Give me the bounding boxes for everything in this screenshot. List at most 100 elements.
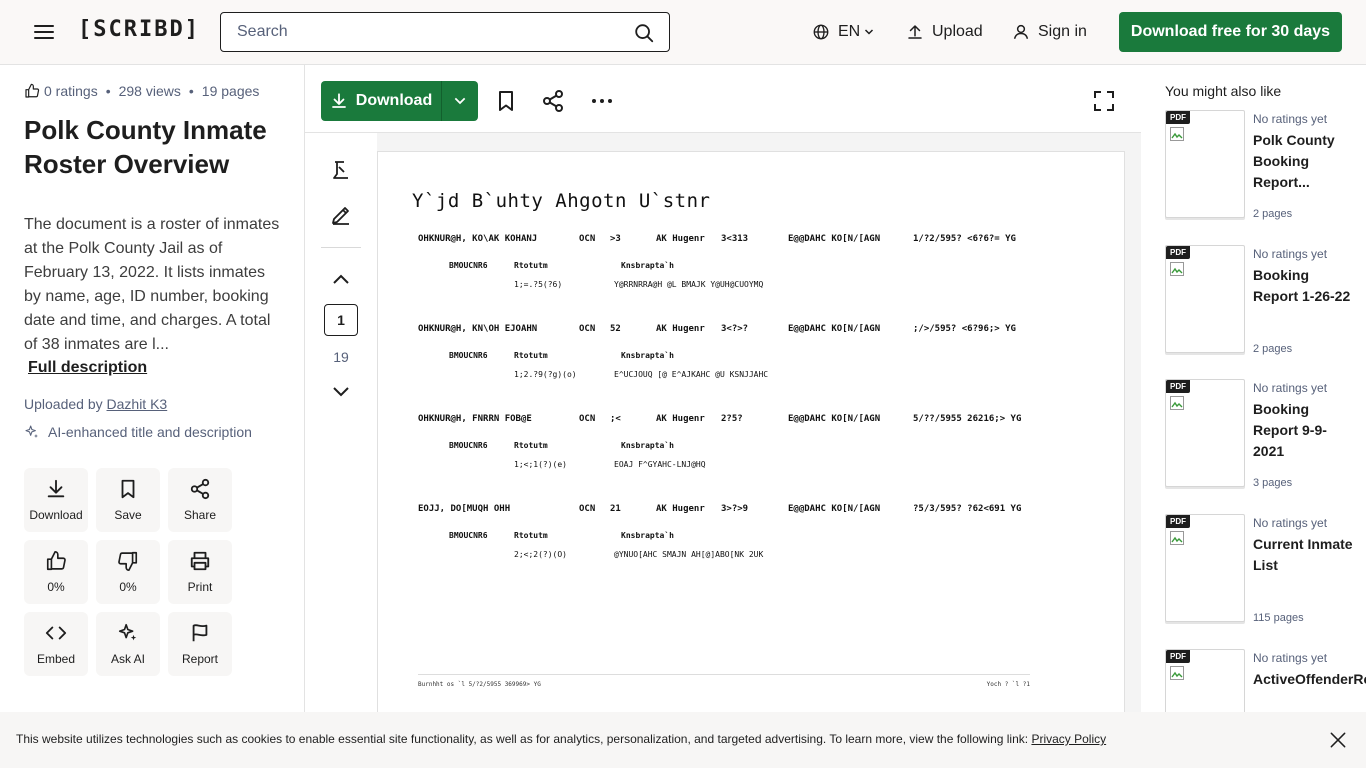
download-button[interactable]: Download — [321, 81, 441, 121]
close-icon[interactable] — [1328, 730, 1348, 750]
document-title: Polk County Inmate Roster Overview — [24, 115, 267, 179]
sign-in-link[interactable]: Sign in — [1012, 20, 1087, 44]
user-icon — [1013, 24, 1029, 39]
statute-value: 1;<;1(?)(e) — [514, 460, 567, 469]
document-info-sidebar: 0 ratings • 298 views • 19 pages Polk Co… — [0, 65, 305, 768]
card-title[interactable]: Current Inmate List — [1253, 534, 1353, 576]
charge-value: Y@RRNRRA@H @L BMAJK Y@UH@CUOYMQ — [614, 280, 764, 289]
inmate-name: OHKNUR@H, FNRRN FOB@E — [418, 414, 532, 424]
bookmark-icon[interactable] — [494, 89, 518, 113]
column-label: Rtotutm — [514, 531, 548, 540]
card-title[interactable]: ActiveOffenderReport — [1253, 669, 1366, 690]
scribd-logo[interactable]: [SCRIBD] — [78, 17, 200, 42]
ratings-count: 0 ratings — [44, 83, 98, 99]
document-thumbnail[interactable]: PDF — [1165, 379, 1245, 487]
search-icon[interactable] — [633, 22, 655, 44]
id-value: 3<313 — [721, 234, 749, 244]
print-action-button[interactable]: Print — [168, 540, 232, 604]
document-description: The document is a roster of inmates at t… — [24, 216, 280, 353]
action-label: Embed — [36, 652, 76, 666]
document-thumbnail[interactable]: PDF — [1165, 110, 1245, 218]
recommended-document-card[interactable]: PDF No ratings yet Booking Report 9-9-2021… — [1165, 379, 1355, 491]
ocn-value: 52 — [610, 324, 621, 334]
download-action-button[interactable]: Download — [24, 468, 88, 532]
annotate-icon[interactable] — [329, 158, 353, 182]
recommended-document-card[interactable]: PDF No ratings yet Polk County Booking Rep… — [1165, 110, 1355, 222]
upload-link[interactable]: Upload — [906, 20, 983, 44]
views-count: 298 views — [118, 83, 181, 99]
full-description-link[interactable]: Full description — [28, 359, 147, 377]
card-page-count: 2 pages — [1253, 343, 1293, 355]
language-selector[interactable]: EN — [812, 20, 883, 44]
report-action-button[interactable]: Report — [168, 612, 232, 676]
column-label: Knsbrapta`h — [621, 351, 674, 360]
rating-text: No ratings yet — [1253, 516, 1328, 530]
booking-date-label: E@@DAHC KO[N/[AGN — [788, 414, 881, 424]
statute-value: 1;2.?9(?g)(o) — [514, 370, 577, 379]
id-label: AK Hugenr — [656, 234, 705, 244]
column-label: Knsbrapta`h — [621, 261, 674, 270]
column-label: Rtotutm — [514, 351, 548, 360]
search-box — [220, 12, 670, 52]
rating-text: No ratings yet — [1253, 381, 1328, 395]
globe-icon — [813, 24, 829, 40]
fullscreen-icon[interactable] — [1092, 89, 1116, 113]
id-value: 2?5? — [721, 414, 743, 424]
embed-action-button[interactable]: Embed — [24, 612, 88, 676]
like-action-button[interactable]: 0% — [24, 540, 88, 604]
recommended-document-card[interactable]: PDF No ratings yet Booking Report 1-26-22 2… — [1165, 245, 1355, 357]
card-title[interactable]: Booking Report 1-26-22 — [1253, 265, 1353, 307]
rating-text: No ratings yet — [1253, 651, 1328, 665]
card-title[interactable]: Polk County Booking Report... — [1253, 130, 1353, 193]
chevron-down-icon[interactable] — [329, 379, 353, 403]
document-thumbnail[interactable]: PDF — [1165, 245, 1245, 353]
action-label: Share — [183, 508, 217, 522]
statute-value: 1;=.?5(?6) — [514, 280, 563, 289]
page-footer: Burnhht os `l 5/?2/5955 369969> YG Yoch … — [418, 674, 1030, 688]
charge-value: E^UCJOUQ [@ E^AJKAHC @U KSNJJAHC — [614, 370, 769, 379]
id-value: 3>?>9 — [721, 504, 749, 514]
action-label: Print — [187, 580, 213, 594]
divider — [321, 247, 361, 248]
booking-date-label: E@@DAHC KO[N/[AGN — [788, 234, 881, 244]
uploaded-by-label: Uploaded by — [24, 396, 103, 412]
inmate-name: OHKNUR@H, KN\OH EJOAHN — [418, 324, 538, 334]
download-label: Download — [355, 92, 433, 109]
dislike-action-button[interactable]: 0% — [96, 540, 160, 604]
top-header: [SCRIBD] EN Upload Sign in Download free… — [0, 0, 1366, 65]
recommended-document-card[interactable]: PDF No ratings yet Current Inmate List 115 … — [1165, 514, 1355, 626]
save-action-button[interactable]: Save — [96, 468, 160, 532]
document-thumbnail[interactable]: PDF — [1165, 514, 1245, 622]
pdf-badge: PDF — [1166, 515, 1190, 528]
rail-heading: You might also like — [1165, 83, 1282, 99]
flag-icon — [192, 624, 208, 642]
charge-value: @YNUO[AHC SMAJN AH[@]ABO[NK 2UK — [614, 550, 764, 559]
edit-pencil-icon[interactable] — [329, 203, 353, 227]
rating-text: No ratings yet — [1253, 247, 1328, 261]
action-grid: Download Save Share 0% 0% Print Embed As… — [24, 468, 240, 676]
pdf-badge: PDF — [1166, 111, 1190, 124]
download-options-button[interactable] — [441, 81, 478, 121]
chevron-up-icon[interactable] — [329, 268, 353, 292]
page-heading: Y`jd B`uhty Ahgotn U`stnr — [412, 190, 711, 212]
more-options-icon[interactable] — [590, 89, 614, 113]
statute-value: 2;<;2(?)(O) — [514, 550, 567, 559]
share-icon[interactable] — [541, 89, 565, 113]
card-title[interactable]: Booking Report 9-9-2021 — [1253, 399, 1353, 462]
search-input[interactable] — [237, 13, 627, 51]
privacy-policy-link[interactable]: Privacy Policy — [1031, 732, 1106, 746]
hamburger-menu-icon[interactable] — [32, 20, 56, 44]
thumbs-up-icon — [25, 83, 40, 98]
broken-image-icon — [1170, 127, 1184, 141]
download-free-trial-button[interactable]: Download free for 30 days — [1119, 12, 1342, 52]
ask-ai-action-button[interactable]: Ask AI — [96, 612, 160, 676]
footer-right: Yoch ? `l ?1 — [986, 681, 1030, 688]
uploader-link[interactable]: Dazhit K3 — [107, 396, 168, 412]
share-action-button[interactable]: Share — [168, 468, 232, 532]
pages-count: 19 pages — [201, 83, 260, 99]
chevron-down-icon — [865, 29, 874, 35]
current-page-input[interactable]: 1 — [324, 304, 358, 336]
id-label: AK Hugenr — [656, 414, 705, 424]
cookie-banner: This website utilizes technologies such … — [0, 712, 1366, 768]
download-icon — [331, 93, 346, 108]
